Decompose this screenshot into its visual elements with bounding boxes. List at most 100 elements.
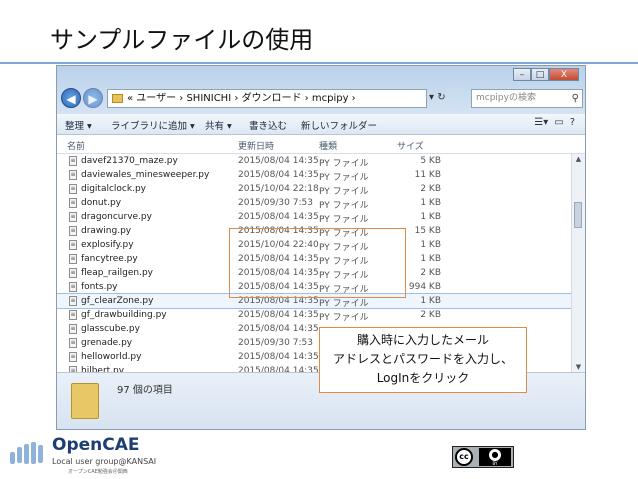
add-to-library-menu[interactable]: ライブラリに追加 ▾ — [111, 118, 195, 132]
slide-title: サンプルファイルの使用 — [50, 26, 314, 54]
file-row[interactable]: ≡ digitalclock.py 2015/10/04 22:18 PY ファイル 2… — [57, 182, 573, 197]
python-file-icon: ≡ — [69, 240, 77, 250]
item-count: 97 個の項目 — [117, 385, 173, 396]
python-file-icon: ≡ — [69, 226, 77, 236]
address-bar[interactable]: « ユーザー › SHINICHI › ダウンロード › mcpipy › — [107, 89, 427, 108]
python-file-icon: ≡ — [69, 156, 77, 166]
file-size: 2 KB — [420, 310, 441, 320]
file-row[interactable]: ≡ donut.py 2015/09/30 7:53 PY ファイル 1 KB — [57, 196, 573, 211]
file-size: 2 KB — [420, 184, 441, 194]
python-file-icon: ≡ — [69, 268, 77, 278]
command-toolbar: 整理 ▾ ライブラリに追加 ▾ 共有 ▾ 書き込む 新しいフォルダー ☰▾ ▭ … — [57, 114, 585, 135]
window-controls: – □ X — [513, 68, 579, 82]
file-name: glasscube.py — [81, 324, 140, 334]
file-name: daviewales_minesweeper.py — [81, 170, 210, 180]
minimize-button[interactable]: – — [513, 68, 531, 81]
file-name: fancytree.py — [81, 254, 138, 264]
window-header: – □ X ◀ ▶ « ユーザー › SHINICHI › ダウンロード › m… — [57, 66, 585, 114]
file-name: fleap_railgen.py — [81, 268, 154, 278]
back-button[interactable]: ◀ — [61, 88, 81, 108]
python-file-icon: ≡ — [69, 212, 77, 222]
cc-icon: cc — [455, 448, 473, 466]
view-controls: ☰▾ ▭ ? — [534, 117, 575, 128]
by-label: BY — [492, 461, 498, 466]
python-file-icon: ≡ — [69, 324, 77, 334]
file-name: drawing.py — [81, 226, 132, 236]
search-placeholder: mcpipyの検索 — [476, 93, 536, 103]
navigation-bar: ◀ ▶ « ユーザー › SHINICHI › ダウンロード › mcpipy … — [61, 88, 583, 110]
python-file-icon: ≡ — [69, 254, 77, 264]
opencae-logo: OpenCAE Local user group@KANSAI オープンCAE勉… — [8, 432, 168, 476]
address-controls[interactable]: ▾ ↻ — [429, 89, 469, 108]
scroll-down-icon[interactable]: ▼ — [572, 362, 585, 372]
file-date: 2015/09/30 7:53 — [238, 338, 313, 348]
cc-by-license-badge: cc ● BY — [452, 446, 514, 468]
column-type[interactable]: 種類 — [319, 139, 337, 152]
file-size: 5 KB — [420, 156, 441, 166]
file-date: 2015/08/04 14:35 — [238, 352, 319, 362]
file-name: helloworld.py — [81, 352, 142, 362]
python-file-icon: ≡ — [69, 296, 77, 306]
file-name: grenade.py — [81, 338, 133, 348]
callout-line-2: アドレスとパスワードを入力し、 — [332, 352, 513, 366]
python-file-icon: ≡ — [69, 198, 77, 208]
address-path: « ユーザー › SHINICHI › ダウンロード › mcpipy › — [127, 93, 356, 104]
by-icon: ● BY — [479, 448, 511, 466]
file-date: 2015/08/04 14:35 — [238, 212, 319, 222]
file-date: 2015/09/30 7:53 — [238, 198, 313, 208]
file-size: 11 KB — [414, 170, 441, 180]
search-icon[interactable]: ⚲ — [572, 90, 579, 107]
instruction-callout: 購入時に入力したメール アドレスとパスワードを入力し、 LogInをクリック — [319, 327, 527, 393]
file-name: davef21370_maze.py — [81, 156, 178, 166]
logo-name: OpenCAE — [52, 435, 140, 455]
file-date: 2015/08/04 14:35 — [238, 156, 319, 166]
view-options-icon[interactable]: ☰▾ — [534, 117, 548, 128]
forward-button[interactable]: ▶ — [83, 88, 103, 108]
title-rule — [0, 62, 638, 64]
file-row[interactable]: ≡ gf_drawbuilding.py 2015/08/04 14:35 PY ファ… — [57, 308, 573, 323]
column-header: 名前 更新日時 種類 サイズ — [57, 135, 585, 154]
file-row[interactable]: ≡ daviewales_minesweeper.py 2015/08/04 14:… — [57, 168, 573, 183]
file-name: fonts.py — [81, 282, 118, 292]
organize-menu[interactable]: 整理 ▾ — [65, 118, 92, 132]
close-button[interactable]: X — [549, 68, 579, 81]
logo-mark-icon — [8, 442, 48, 470]
file-row[interactable]: ≡ davef21370_maze.py 2015/08/04 14:35 PY ファ… — [57, 154, 573, 169]
file-row[interactable]: ≡ dragoncurve.py 2015/08/04 14:35 PY ファイル 1 … — [57, 210, 573, 225]
scrollbar-thumb[interactable] — [574, 202, 582, 228]
column-name[interactable]: 名前 — [67, 139, 85, 152]
preview-pane-icon[interactable]: ▭ — [554, 117, 563, 128]
python-file-icon: ≡ — [69, 310, 77, 320]
folder-icon — [112, 93, 123, 103]
file-date: 2015/10/04 22:18 — [238, 184, 319, 194]
python-file-icon: ≡ — [69, 170, 77, 180]
file-size: 1 KB — [420, 198, 441, 208]
column-date[interactable]: 更新日時 — [238, 139, 274, 152]
callout-line-1: 購入時に入力したメール — [356, 333, 489, 347]
vertical-scrollbar[interactable]: ▲ ▼ — [571, 154, 585, 372]
python-file-icon: ≡ — [69, 338, 77, 348]
file-date: 2015/08/04 14:35 — [238, 170, 319, 180]
file-name: digitalclock.py — [81, 184, 146, 194]
file-name: explosify.py — [81, 240, 134, 250]
large-folder-icon — [71, 383, 99, 419]
new-folder-button[interactable]: 新しいフォルダー — [301, 118, 377, 132]
python-file-icon: ≡ — [69, 184, 77, 194]
search-input[interactable]: mcpipyの検索 ⚲ — [471, 89, 583, 108]
share-menu[interactable]: 共有 ▾ — [205, 118, 232, 132]
file-name: dragoncurve.py — [81, 212, 152, 222]
file-name: donut.py — [81, 198, 122, 208]
logo-subtitle: Local user group@KANSAI — [52, 457, 157, 466]
column-size[interactable]: サイズ — [397, 139, 424, 152]
help-icon[interactable]: ? — [570, 117, 575, 128]
scroll-up-icon[interactable]: ▲ — [572, 154, 585, 164]
file-name: gf_drawbuilding.py — [81, 310, 167, 320]
file-name: gf_clearZone.py — [81, 296, 154, 306]
file-date: 2015/08/04 14:35 — [238, 310, 319, 320]
file-size: 1 KB — [420, 212, 441, 222]
logo-subtitle-jp: オープンCAE勉強会＠関西 — [68, 469, 128, 475]
highlight-box — [229, 228, 406, 298]
burn-button[interactable]: 書き込む — [249, 118, 287, 132]
maximize-button[interactable]: □ — [531, 68, 549, 81]
person-icon: ● — [489, 449, 501, 461]
